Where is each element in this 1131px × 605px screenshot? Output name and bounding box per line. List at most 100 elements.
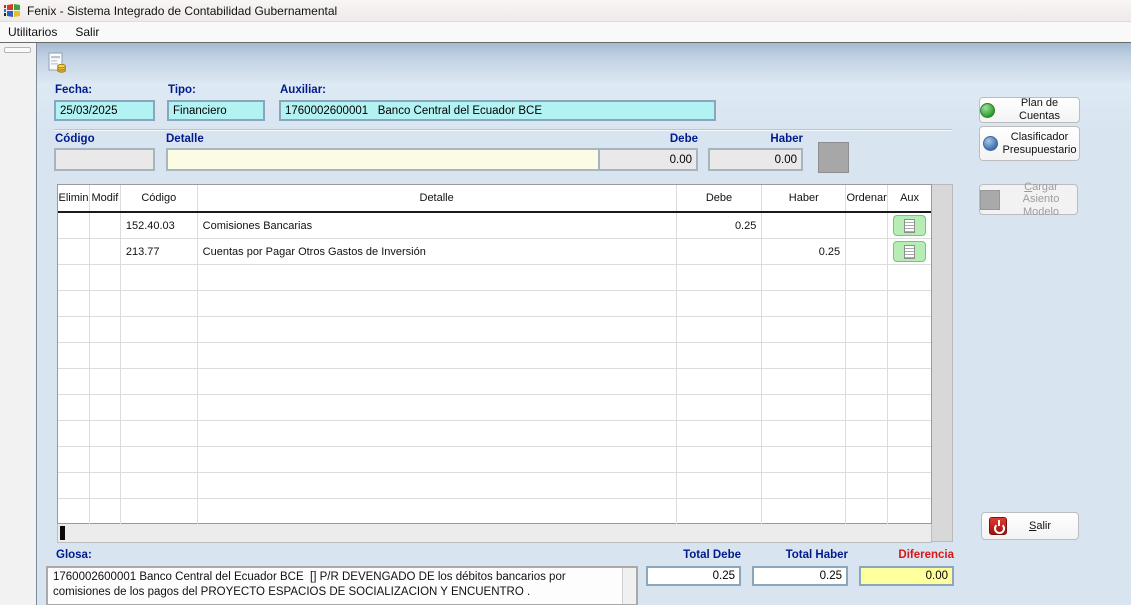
grid-vertical-scrollbar[interactable] [932, 184, 953, 542]
codigo-entry-input[interactable] [54, 148, 155, 171]
cell-modif [90, 239, 121, 264]
cell-haber [762, 213, 847, 238]
tipo-input[interactable] [167, 100, 265, 121]
column-header-modif[interactable]: Modif [90, 185, 121, 211]
haber-entry-input[interactable] [708, 148, 803, 171]
panel-splitter-handle[interactable] [4, 47, 31, 53]
tipo-label: Tipo: [168, 84, 196, 96]
table-row[interactable]: 213.77 Cuentas por Pagar Otros Gastos de … [58, 239, 931, 265]
green-sphere-icon [980, 102, 995, 118]
cell-ordenar [846, 213, 889, 238]
table-row[interactable] [58, 421, 931, 447]
cell-haber [762, 447, 847, 472]
hscroll-thumb[interactable] [60, 526, 65, 540]
cell-detalle [198, 395, 677, 420]
table-row[interactable] [58, 343, 931, 369]
cell-aux [888, 343, 931, 368]
column-header-haber[interactable]: Haber [762, 185, 847, 211]
cell-elimin [58, 395, 90, 420]
cell-detalle: Comisiones Bancarias [198, 213, 677, 238]
aux-button[interactable] [893, 241, 927, 262]
grid-horizontal-scrollbar[interactable] [57, 524, 932, 543]
app-window: Fenix - Sistema Integrado de Contabilida… [0, 0, 1131, 605]
window-body: Fecha: Tipo: Auxiliar: Código Detalle De… [0, 42, 1131, 605]
cell-ordenar [846, 421, 889, 446]
cell-haber [762, 343, 847, 368]
cell-modif [90, 343, 121, 368]
cell-elimin [58, 265, 90, 290]
cell-modif [90, 499, 121, 524]
table-row[interactable] [58, 369, 931, 395]
cell-aux [888, 213, 931, 238]
cell-elimin [58, 343, 90, 368]
total-debe-label: Total Debe [683, 549, 741, 561]
blue-sphere-icon [982, 136, 998, 151]
cell-elimin [58, 473, 90, 498]
cell-aux [888, 499, 931, 524]
cell-elimin [58, 499, 90, 524]
cell-haber [762, 473, 847, 498]
cell-codigo [121, 343, 198, 368]
plan-de-cuentas-button[interactable]: Plan de Cuentas [979, 97, 1080, 123]
column-header-debe[interactable]: Debe [677, 185, 763, 211]
menu-utilitarios[interactable]: Utilitarios [8, 25, 57, 39]
column-header-elimin[interactable]: Elimin [58, 185, 90, 211]
cell-modif [90, 447, 121, 472]
cell-modif [90, 265, 121, 290]
glosa-scrollbar[interactable] [622, 568, 636, 604]
add-entry-button[interactable] [818, 142, 849, 173]
cell-elimin [58, 421, 90, 446]
cell-debe [677, 317, 763, 342]
menu-bar: Utilitarios Salir [0, 22, 1131, 42]
table-row[interactable] [58, 473, 931, 499]
cell-debe [677, 473, 763, 498]
gray-square-icon [980, 189, 1000, 210]
cell-aux [888, 317, 931, 342]
cell-haber [762, 265, 847, 290]
column-header-detalle[interactable]: Detalle [198, 185, 677, 211]
table-row[interactable] [58, 265, 931, 291]
salir-button[interactable]: Salir [981, 512, 1079, 540]
cargar-asiento-modelo-button[interactable]: Cargar Asiento Modelo [979, 181, 1078, 218]
fecha-input[interactable] [54, 100, 155, 121]
power-icon [989, 517, 1007, 535]
debe-entry-label: Debe [669, 133, 698, 145]
cell-detalle [198, 499, 677, 524]
auxiliar-input[interactable] [279, 100, 716, 121]
table-row[interactable] [58, 395, 931, 421]
debe-entry-input[interactable] [598, 148, 698, 171]
cell-debe [677, 291, 763, 316]
main-panel: Fecha: Tipo: Auxiliar: Código Detalle De… [36, 43, 1131, 605]
cell-codigo: 213.77 [121, 239, 198, 264]
cell-codigo [121, 291, 198, 316]
column-header-ordenar[interactable]: Ordenar [846, 185, 889, 211]
aux-button[interactable] [893, 215, 927, 236]
document-icon [904, 244, 916, 259]
column-header-aux[interactable]: Aux [888, 185, 931, 211]
cell-detalle [198, 421, 677, 446]
cell-ordenar [846, 343, 889, 368]
glosa-textarea[interactable]: 1760002600001 Banco Central del Ecuador … [46, 566, 638, 605]
journal-toolbar-icon[interactable] [46, 51, 70, 75]
cell-haber [762, 499, 847, 524]
cell-aux [888, 421, 931, 446]
table-row[interactable] [58, 291, 931, 317]
table-row[interactable] [58, 447, 931, 473]
cell-aux [888, 239, 931, 264]
title-bar: Fenix - Sistema Integrado de Contabilida… [0, 0, 1131, 22]
cell-modif [90, 421, 121, 446]
cell-ordenar [846, 239, 889, 264]
cell-modif [90, 369, 121, 394]
cell-ordenar [846, 499, 889, 524]
cell-codigo [121, 447, 198, 472]
menu-salir[interactable]: Salir [75, 25, 99, 39]
cell-elimin [58, 317, 90, 342]
table-row[interactable] [58, 317, 931, 343]
table-row[interactable] [58, 499, 931, 525]
detalle-entry-input[interactable] [166, 148, 609, 171]
clasificador-presupuestario-button[interactable]: Clasificador Presupuestario [979, 126, 1080, 161]
column-header-codigo[interactable]: Código [121, 185, 198, 211]
window-title: Fenix - Sistema Integrado de Contabilida… [27, 3, 338, 18]
entries-grid-header: Elimin Modif Código Detalle Debe Haber Ordenar… [58, 185, 931, 213]
table-row[interactable]: 152.40.03 Comisiones Bancarias 0.25 [58, 213, 931, 239]
